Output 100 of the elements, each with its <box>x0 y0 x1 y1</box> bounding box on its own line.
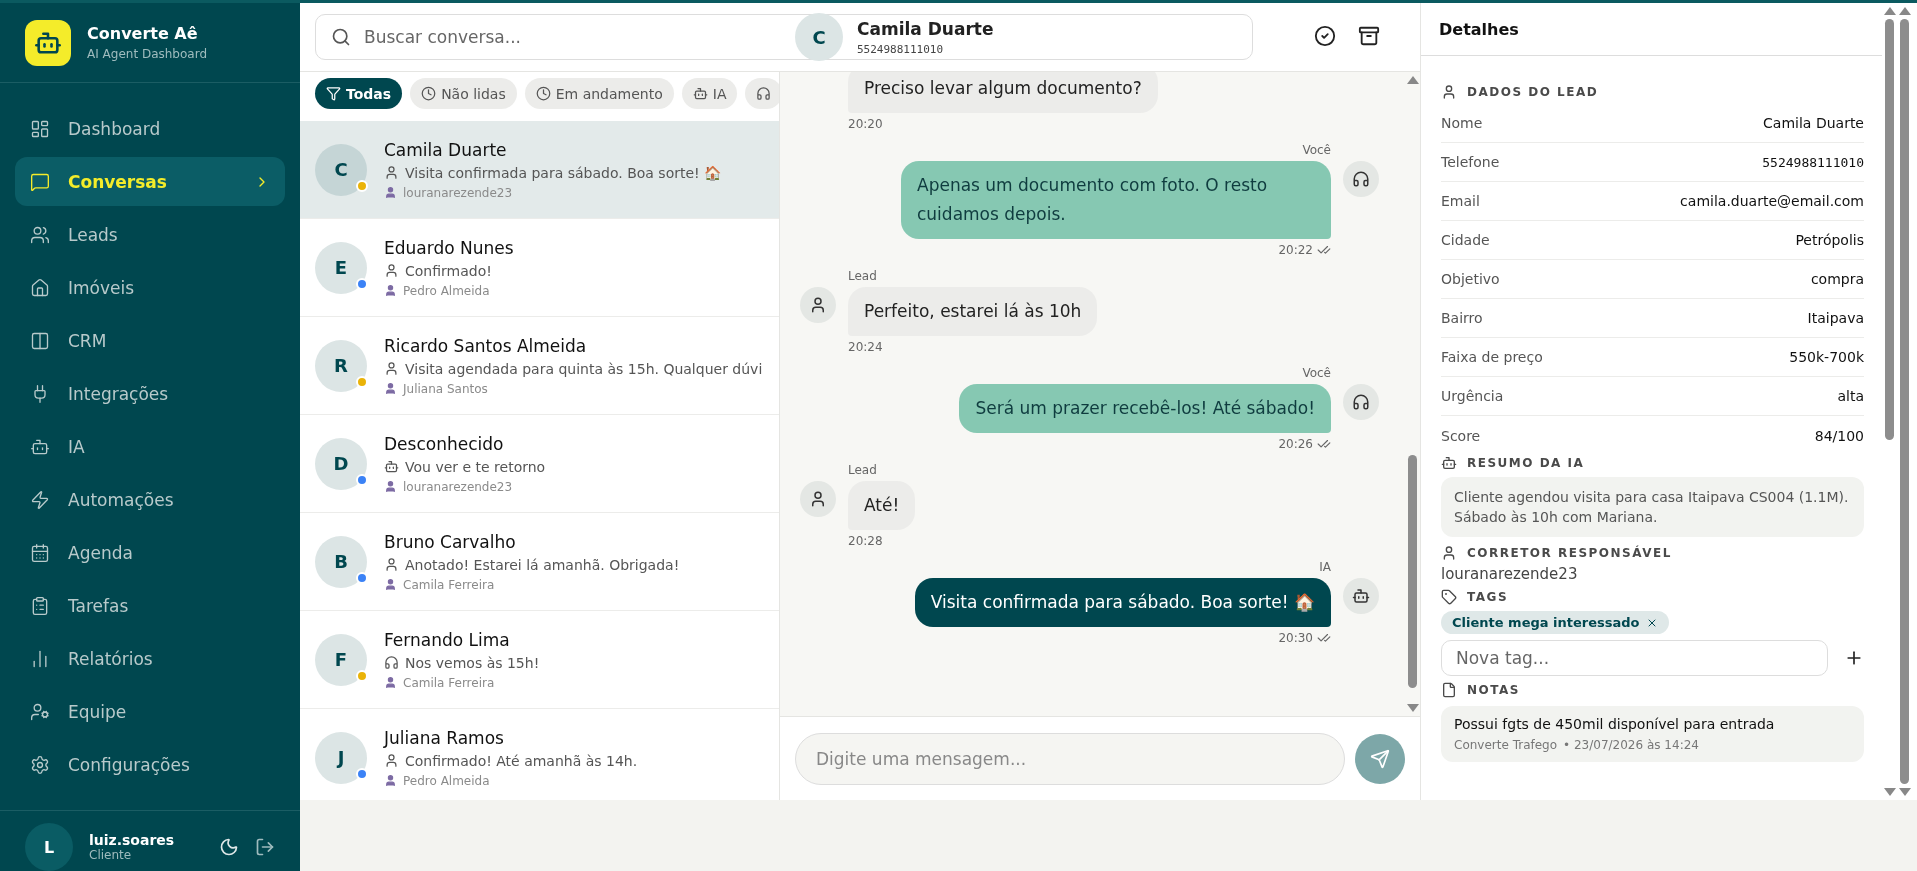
filter-chip[interactable] <box>745 78 779 109</box>
message-bubble: Perfeito, estarei lá às 10h <box>848 287 1098 336</box>
assignee-name: louranarezende23 <box>403 185 513 200</box>
message-preview: Anotado! Estarei lá amanhã. Obrigada! <box>405 556 680 573</box>
archive-button[interactable] <box>1358 25 1380 47</box>
message-preview: Confirmado! Até amanhã às 14h. <box>405 752 638 769</box>
nav-item[interactable]: Configurações <box>15 740 285 789</box>
sender-label: Lead <box>848 463 877 477</box>
field-value: camila.duarte@email.com <box>1680 193 1864 209</box>
person-icon <box>1441 84 1457 100</box>
field-value: alta <box>1837 388 1864 404</box>
contact-avatar: E <box>315 241 367 294</box>
sender-label: IA <box>1319 560 1331 574</box>
assignee-name: louranarezende23 <box>403 479 513 494</box>
message-bubble: Apenas um documento com foto. O resto cuidamos depois. <box>901 161 1331 239</box>
field-label: Bairro <box>1441 310 1483 326</box>
nav-item[interactable]: IA <box>15 422 285 471</box>
person-icon <box>384 284 397 297</box>
field-label: Urgência <box>1441 388 1504 404</box>
person-icon <box>384 578 397 591</box>
scrollbar-thumb[interactable] <box>1408 455 1417 688</box>
scroll-down-arrow[interactable] <box>1406 704 1419 712</box>
user-name: luiz.soares <box>89 832 176 848</box>
person-icon <box>384 480 397 493</box>
scroll-up-arrow[interactable] <box>1406 76 1419 84</box>
filter-icon <box>326 86 341 101</box>
robot-icon <box>1352 587 1370 605</box>
scrollbar-thumb[interactable] <box>1885 19 1894 440</box>
message-time: 20:26 <box>1278 437 1313 451</box>
robot-icon <box>384 459 399 474</box>
contact-phone: 5524988111010 <box>857 42 945 56</box>
filter-chip[interactable]: IA <box>681 78 738 109</box>
search-icon <box>331 27 351 47</box>
tag-input[interactable]: Nova tag... <box>1441 640 1828 676</box>
contact-avatar: B <box>315 535 367 588</box>
field-value: Itaipava <box>1807 310 1864 326</box>
scrollbar-thumb[interactable] <box>1900 19 1909 784</box>
house-icon <box>30 277 50 298</box>
nav-item[interactable]: Tarefas <box>15 581 285 630</box>
nav-item[interactable]: Leads <box>15 210 285 259</box>
field-value: 550k-700k <box>1789 349 1864 365</box>
dark-mode-button[interactable] <box>219 837 239 857</box>
field-label: Cidade <box>1441 232 1490 248</box>
field-value: compra <box>1810 271 1864 287</box>
filter-chip[interactable]: Em andamento <box>524 78 674 109</box>
assignee-name: Juliana Santos <box>403 381 488 396</box>
contact-name: Fernando Lima <box>384 629 511 650</box>
message-bubble: Preciso levar algum documento? <box>848 72 1158 113</box>
person-icon <box>384 186 397 199</box>
person-icon <box>384 382 397 395</box>
message-time: 20:28 <box>848 534 883 548</box>
conversation-item[interactable]: C Camila Duarte Visita confirmada para sábado. Boa sorte! 🏠 louranarezende23 <box>300 121 779 219</box>
message-bubble: Até! <box>848 481 916 530</box>
person-icon <box>809 490 827 508</box>
message-time: 20:22 <box>1278 243 1313 257</box>
message-input[interactable]: Digite uma mensagem... <box>795 732 1345 785</box>
broker-name: louranarezende23 <box>1441 565 1579 583</box>
assignee-name: Camila Ferreira <box>403 675 495 690</box>
message-preview: Nos vemos às 15h! <box>405 654 540 671</box>
person-icon <box>384 774 397 787</box>
person-icon <box>1441 545 1457 561</box>
contact-avatar: C <box>315 143 367 196</box>
resolve-button[interactable] <box>1314 25 1336 47</box>
section-heading: RESUMO DA IA <box>1467 456 1585 470</box>
field-value: Petrópolis <box>1795 232 1864 248</box>
note-date: • 23/07/2026 às 14:24 <box>1563 738 1699 752</box>
nav-item[interactable]: CRM <box>15 316 285 365</box>
clock-icon <box>535 86 551 101</box>
nav-item[interactable]: Imóveis <box>15 263 285 312</box>
send-icon <box>1370 748 1390 769</box>
person-icon <box>384 263 399 278</box>
tag-icon <box>1441 589 1457 605</box>
tag-chip: Cliente mega interessado <box>1441 611 1669 634</box>
nav-item[interactable]: Dashboard <box>15 104 285 153</box>
nav-item[interactable]: Conversas <box>15 157 285 206</box>
message-preview: Vou ver e te retorno <box>405 458 546 475</box>
message-preview: Confirmado! <box>405 262 492 279</box>
nav-item[interactable]: Automações <box>15 475 285 524</box>
nav-item[interactable]: Equipe <box>15 687 285 736</box>
nav-item[interactable]: Integrações <box>15 369 285 418</box>
field-label: Score <box>1441 427 1481 444</box>
logout-button[interactable] <box>255 837 275 857</box>
filter-chip[interactable]: Não lidas <box>410 78 517 109</box>
filter-chip[interactable]: Todas <box>315 78 403 109</box>
contact-name: Camila Duarte <box>857 18 994 39</box>
nav-item[interactable]: Relatórios <box>15 634 285 683</box>
field-label: Nome <box>1441 115 1483 131</box>
headphones-icon <box>756 86 772 101</box>
section-heading: CORRETOR RESPONSÁVEL <box>1467 546 1672 560</box>
field-label: Telefone <box>1441 154 1500 170</box>
contact-avatar: D <box>315 437 367 490</box>
contact-name: Eduardo Nunes <box>384 237 514 258</box>
robot-icon <box>692 86 708 101</box>
nav-item[interactable]: Agenda <box>15 528 285 577</box>
person-icon <box>809 296 827 314</box>
send-button[interactable] <box>1355 733 1405 784</box>
message-time: 20:20 <box>848 117 883 131</box>
calendar-icon <box>30 542 50 563</box>
person-icon <box>384 361 399 376</box>
clock-icon <box>421 86 437 101</box>
